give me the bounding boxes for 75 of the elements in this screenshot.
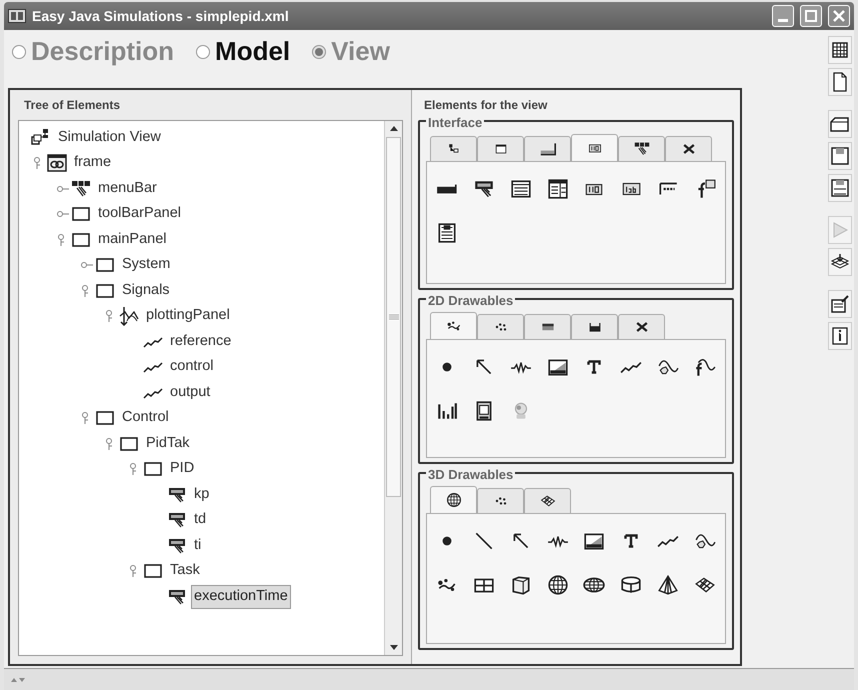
- open-button[interactable]: [828, 110, 852, 138]
- save-as-button[interactable]: [828, 174, 852, 202]
- surface-icon: [540, 493, 556, 509]
- tree-item[interactable]: plottingPanel: [143, 304, 233, 328]
- palette-tab[interactable]: [477, 136, 524, 161]
- scrollbar[interactable]: [384, 121, 402, 655]
- spreadsheet-button[interactable]: [828, 36, 852, 64]
- frame-icon: [47, 153, 67, 174]
- tree-item[interactable]: output: [167, 380, 214, 405]
- edit-icon: [830, 294, 850, 314]
- minimize-button[interactable]: [772, 5, 794, 27]
- palette-tab[interactable]: [524, 488, 571, 513]
- close-button[interactable]: [828, 5, 850, 27]
- radio-button[interactable]: [196, 44, 210, 58]
- tree-item[interactable]: Task: [167, 559, 203, 584]
- tree-item[interactable]: menuBar: [95, 176, 160, 201]
- maximize-button[interactable]: [800, 5, 822, 27]
- tree-item[interactable]: control: [167, 355, 217, 380]
- tree-item[interactable]: mainPanel: [95, 228, 170, 252]
- maximize-icon: [805, 10, 817, 22]
- package-button[interactable]: [828, 248, 852, 276]
- palette-tab[interactable]: [430, 312, 477, 339]
- save-button[interactable]: [828, 142, 852, 170]
- radio-button[interactable]: [312, 44, 326, 58]
- new-button[interactable]: [828, 68, 852, 96]
- palette-tab[interactable]: [571, 314, 618, 339]
- palette-tab[interactable]: [430, 136, 477, 161]
- plot-icon: [119, 306, 139, 326]
- tree-item[interactable]: reference: [167, 330, 234, 354]
- save-as-icon: [830, 178, 850, 198]
- info-icon: [830, 326, 850, 346]
- tree-item[interactable]: ti: [191, 534, 204, 558]
- minimize-icon: [778, 19, 788, 22]
- palette-tab[interactable]: [430, 486, 477, 513]
- tree-item[interactable]: td: [191, 508, 210, 532]
- options-button[interactable]: [828, 290, 852, 318]
- table-icon: [830, 40, 850, 60]
- panel-title: Tree of Elements: [23, 97, 122, 114]
- menubar-icon: [71, 178, 91, 199]
- text-area-icon[interactable]: [436, 222, 458, 244]
- scroll-thumb[interactable]: [386, 137, 401, 497]
- box-icon[interactable]: [510, 574, 532, 596]
- mode-label[interactable]: Model: [215, 32, 290, 71]
- table-icon[interactable]: [546, 178, 569, 200]
- tree-item[interactable]: Simulation View: [55, 126, 164, 150]
- info-button[interactable]: [828, 322, 852, 350]
- tree-item[interactable]: PidTak: [143, 432, 193, 456]
- bar-icon: [540, 141, 556, 157]
- window-title: Easy Java Simulations - simplepid.xml: [32, 6, 290, 26]
- cone-icon[interactable]: [656, 574, 679, 596]
- list-icon[interactable]: [510, 178, 532, 200]
- radio-button[interactable]: [12, 44, 26, 58]
- sphere-icon: [446, 492, 462, 508]
- menubar-icon: [634, 141, 650, 157]
- tree-item[interactable]: toolBarPanel: [95, 202, 184, 226]
- app-icon: [8, 9, 26, 23]
- tree-item[interactable]: frame: [71, 151, 114, 176]
- tree-view-icon: [31, 128, 51, 148]
- panel-title: Elements for the view: [423, 97, 548, 114]
- tree-item[interactable]: Control: [119, 406, 172, 430]
- tree-item[interactable]: System: [119, 253, 174, 278]
- tree-item[interactable]: Signals: [119, 278, 173, 303]
- function-curve-icon[interactable]: [694, 356, 716, 378]
- splitter-arrows-icon[interactable]: [10, 676, 26, 684]
- palette-tab[interactable]: [524, 136, 571, 161]
- palette-tab[interactable]: [618, 136, 665, 161]
- tree-item[interactable]: kp: [191, 482, 212, 507]
- tree-item[interactable]: executionTime: [191, 584, 291, 609]
- palette-tab[interactable]: [618, 314, 665, 339]
- grip-icon: [388, 314, 398, 320]
- palette-tab[interactable]: [571, 134, 618, 161]
- sphere-icon[interactable]: [546, 574, 569, 596]
- tree-item[interactable]: PID: [167, 457, 198, 482]
- close-icon: [833, 10, 845, 22]
- palette-tab[interactable]: [665, 136, 712, 161]
